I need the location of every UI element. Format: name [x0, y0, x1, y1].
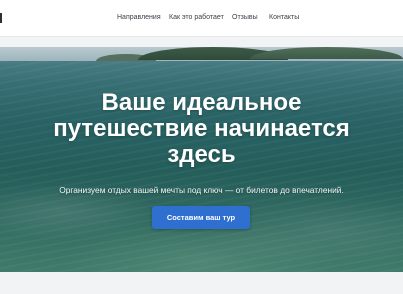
page-below-hero — [0, 272, 403, 294]
hero-title: Ваше идеальное путешествие начинается зд… — [0, 90, 403, 168]
site-header: Направления Как это работает Отзывы Конт… — [0, 0, 403, 37]
nav-link-contacts[interactable]: Контакты — [269, 12, 299, 24]
landing-page: Направления Как это работает Отзывы Конт… — [0, 0, 403, 294]
hero-title-line: Ваше идеальное — [101, 89, 302, 116]
hero-title-line: здесь — [167, 141, 236, 168]
hero-subtitle: Организуем отдых вашей мечты под ключ — … — [59, 185, 344, 196]
create-tour-button[interactable]: Составим ваш тур — [152, 206, 250, 229]
nav-link-reviews[interactable]: Отзывы — [232, 12, 258, 24]
nav-link-how-it-works[interactable]: Как это работает — [169, 12, 224, 24]
nav-link-destinations[interactable]: Направления — [117, 12, 161, 24]
logo[interactable] — [0, 13, 2, 23]
hero-section: Ваше идеальное путешествие начинается зд… — [0, 47, 403, 272]
hero-title-line: путешествие начинается — [53, 115, 350, 142]
